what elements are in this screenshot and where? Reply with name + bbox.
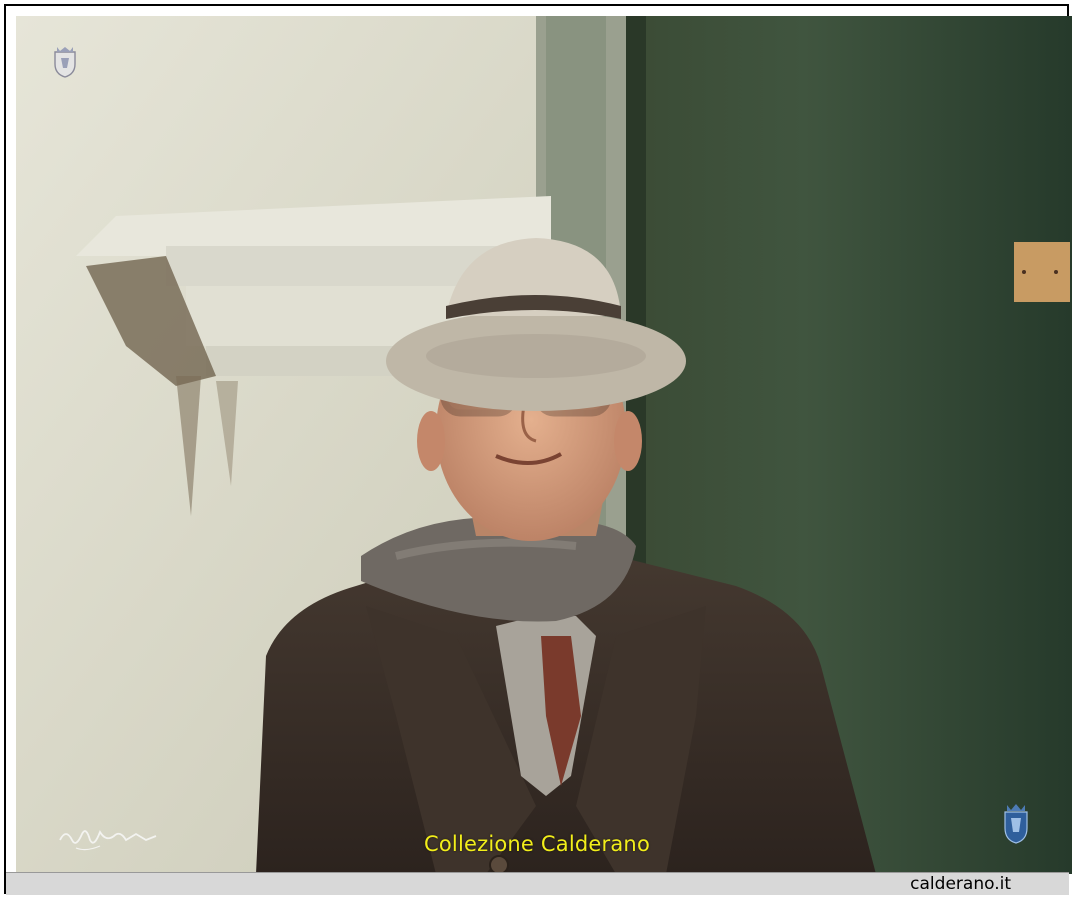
photo (16, 16, 1072, 874)
signature-mark (59, 829, 157, 851)
collection-caption: Collezione Calderano (424, 832, 650, 856)
crest-icon (54, 47, 76, 78)
photo-illustration (16, 16, 1072, 874)
photo-frame: Collezione Calderano (4, 4, 1072, 894)
crest-icon (1004, 804, 1028, 844)
footer-bar: calderano.it (6, 872, 1069, 895)
site-link[interactable]: calderano.it (910, 874, 1011, 894)
